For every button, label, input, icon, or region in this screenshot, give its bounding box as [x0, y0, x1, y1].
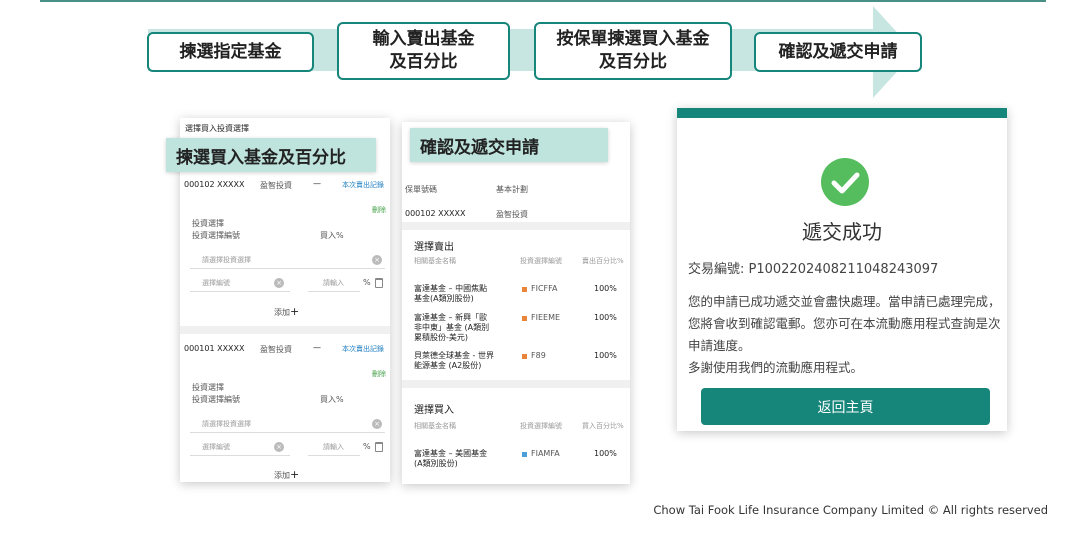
- input-underline: [190, 268, 385, 269]
- step-buy-fund: 按保單揀選買入基金 及百分比: [534, 22, 732, 80]
- confirm-banner: 確認及遞交申請: [410, 128, 608, 162]
- fund-name: 富達基金 – 美國基金 (A類別股份): [414, 449, 488, 468]
- screen-header: 選擇買入投資選擇: [185, 124, 249, 133]
- clear-icon[interactable]: ×: [372, 419, 382, 429]
- fund-code: FIAMFA: [531, 449, 560, 458]
- fund-section-label: 投資選擇: [192, 219, 224, 228]
- fund-color-marker: [522, 452, 527, 457]
- back-home-button[interactable]: 返回主頁: [701, 388, 990, 425]
- col-header-fund: 相關基金名稱: [414, 257, 456, 265]
- fund-select-placeholder: 請選擇投資選擇: [202, 420, 251, 428]
- sell-record-link[interactable]: 本次賣出記錄: [342, 180, 384, 190]
- step-select-fund: 揀選指定基金: [147, 32, 314, 72]
- add-label: 添加: [274, 471, 290, 480]
- fund-percent: 100%: [594, 284, 617, 293]
- plan-label: 基本計劃: [496, 185, 528, 194]
- success-title: 遞交成功: [802, 220, 882, 244]
- fund-percent: 100%: [594, 313, 617, 322]
- trash-icon[interactable]: [375, 278, 383, 288]
- section-divider: [402, 222, 630, 230]
- success-message: 您的申請已成功遞交並會盡快處理。當申請已處理完成，您將會收到確認電郵。您亦可在本…: [688, 294, 1001, 375]
- collapse-icon[interactable]: —: [313, 179, 321, 188]
- success-top-bar: [677, 108, 1007, 118]
- fund-select-placeholder: 請選擇投資選擇: [202, 256, 251, 264]
- buy-section-title: 選擇買入: [414, 405, 454, 416]
- code-placeholder: 選擇編號: [202, 443, 230, 451]
- fund-section-label: 投資選擇: [192, 383, 224, 392]
- buy-fund-screen: 選擇買入投資選擇 000102 XXXXX 盈智投資 — 本次賣出記錄 刪除 投…: [180, 118, 390, 482]
- fund-code-label: 投資選擇編號: [192, 395, 240, 404]
- confirm-screen: 保單號碼 基本計劃 000102 XXXXX 盈智投資 選擇賣出 相關基金名稱 …: [402, 122, 630, 484]
- buy-percent-label: 買入%: [320, 395, 344, 404]
- fund-code: FIEEME: [531, 313, 561, 322]
- fund-color-marker: [522, 316, 527, 321]
- policy-number: 000102 XXXXX: [184, 180, 245, 189]
- fund-code-label: 投資選擇編號: [192, 231, 240, 240]
- col-header-fund: 相關基金名稱: [414, 422, 456, 430]
- delete-link[interactable]: 刪除: [372, 369, 386, 379]
- step-sell-fund: 輸入賣出基金 及百分比: [337, 22, 510, 80]
- step-confirm: 確認及遞交申請: [754, 32, 922, 72]
- delete-link[interactable]: 刪除: [372, 205, 386, 215]
- col-header-code: 投資選擇編號: [520, 422, 562, 430]
- fund-name: 貝萊德全球基金 - 世界 能源基金 (A2股份): [414, 351, 494, 370]
- buy-fund-banner: 揀選買入基金及百分比: [166, 138, 376, 172]
- policy-label: 保單號碼: [405, 185, 437, 194]
- fund-name: 富達基金 – 新興「歐 非中東」基金 (A類別 累積股份-美元): [414, 313, 490, 342]
- fund-code: F89: [531, 351, 546, 360]
- copyright-footer: Chow Tai Fook Life Insurance Company Lim…: [653, 503, 1048, 517]
- trash-icon[interactable]: [375, 442, 383, 452]
- policy-plan: 盈智投資: [260, 181, 292, 190]
- policy-number: 000102 XXXXX: [405, 209, 466, 218]
- section-divider: [402, 380, 630, 388]
- policy-plan: 盈智投資: [496, 210, 528, 219]
- fund-code: FICFFA: [531, 284, 558, 293]
- fund-name: 富達基金 – 中國焦點 基金(A類別股份): [414, 284, 488, 303]
- clear-icon[interactable]: ×: [274, 278, 284, 288]
- fund-percent: 100%: [594, 351, 617, 360]
- collapse-icon[interactable]: —: [313, 343, 321, 352]
- percent-sign: %: [363, 278, 371, 287]
- fund-color-marker: [522, 354, 527, 359]
- col-header-code: 投資選擇編號: [520, 257, 562, 265]
- input-underline: [190, 432, 385, 433]
- input-underline: [308, 455, 360, 456]
- clear-icon[interactable]: ×: [274, 442, 284, 452]
- fund-color-marker: [522, 287, 527, 292]
- top-rule: [40, 0, 1046, 2]
- percent-placeholder: 請輸入: [323, 279, 344, 287]
- transaction-number: 交易編號: P1002202408211048243097: [688, 262, 939, 277]
- input-underline: [308, 291, 360, 292]
- section-divider: [180, 326, 390, 334]
- input-underline: [190, 291, 290, 292]
- plus-icon: +: [290, 468, 300, 481]
- success-screen: 遞交成功 交易編號: P1002202408211048243097 您的申請已…: [677, 108, 1007, 431]
- check-circle-icon: [821, 158, 869, 206]
- code-placeholder: 選擇編號: [202, 279, 230, 287]
- plus-icon: +: [290, 305, 300, 318]
- sell-record-link[interactable]: 本次賣出記錄: [342, 344, 384, 354]
- percent-sign: %: [363, 442, 371, 451]
- clear-icon[interactable]: ×: [372, 255, 382, 265]
- col-header-percent: 買入百分比%: [582, 422, 624, 430]
- percent-placeholder: 請輸入: [323, 443, 344, 451]
- policy-number: 000101 XXXXX: [184, 344, 245, 353]
- input-underline: [190, 455, 290, 456]
- sell-section-title: 選擇賣出: [414, 242, 454, 253]
- policy-plan: 盈智投資: [260, 345, 292, 354]
- add-label: 添加: [274, 308, 290, 317]
- buy-percent-label: 買入%: [320, 231, 344, 240]
- col-header-percent: 賣出百分比%: [582, 257, 624, 265]
- fund-percent: 100%: [594, 449, 617, 458]
